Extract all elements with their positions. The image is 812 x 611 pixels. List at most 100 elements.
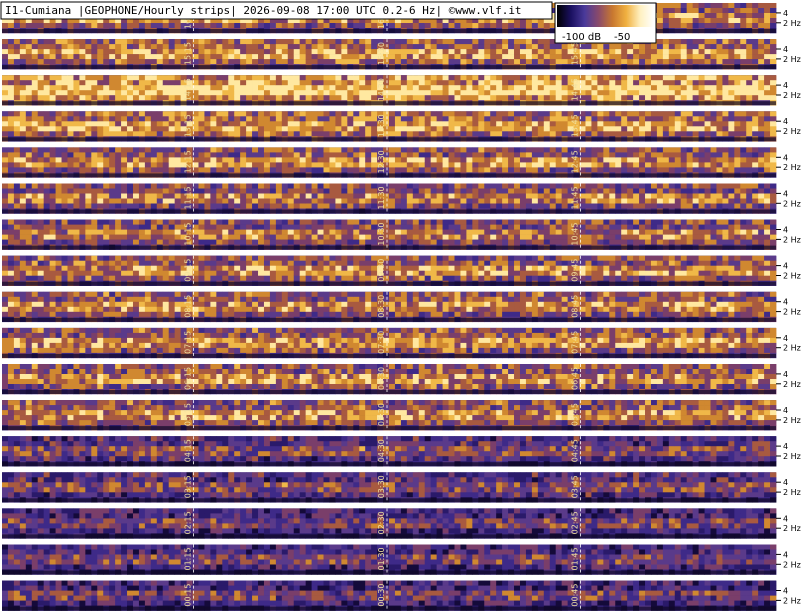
spectro-cell	[121, 152, 128, 158]
spectro-cell	[49, 39, 56, 45]
spectro-cell	[19, 193, 27, 199]
spectro-cell	[394, 80, 402, 86]
spectro-cell	[442, 59, 449, 65]
spectro-cell	[424, 75, 432, 81]
spectro-cell	[424, 203, 432, 209]
spectro-cell	[162, 219, 170, 225]
spectro-cell	[73, 198, 80, 204]
spectro-cell	[496, 116, 503, 122]
spectro-cell	[519, 203, 527, 209]
spectro-cell	[246, 59, 253, 65]
spectro-cell	[466, 188, 473, 194]
spectro-cell	[281, 157, 289, 163]
spectro-cell	[406, 157, 414, 163]
spectro-cell	[650, 162, 658, 168]
spectro-cell	[103, 239, 110, 245]
spectro-cell	[85, 49, 92, 55]
spectro-cell	[627, 126, 634, 132]
spectro-cell	[275, 188, 283, 194]
spectro-cell	[323, 39, 330, 45]
spectro-cell	[240, 157, 247, 163]
spectro-cell	[275, 131, 283, 137]
spectro-cell	[341, 126, 348, 132]
spectro-cell	[317, 44, 324, 50]
spectro-cell	[144, 147, 152, 153]
spectro-cell	[156, 126, 164, 132]
spectro-cell	[37, 54, 45, 60]
spectro-cell	[561, 198, 569, 204]
spectro-cell	[275, 111, 283, 117]
spectro-cell	[156, 229, 164, 235]
spectro-cell	[61, 54, 68, 60]
spectro-cell	[156, 162, 164, 168]
spectro-cell	[698, 152, 705, 158]
spectro-cell	[472, 54, 479, 60]
spectro-cell	[150, 85, 158, 91]
spectro-cell	[418, 59, 426, 65]
spectro-cell	[269, 126, 277, 132]
spectro-cell	[204, 121, 211, 127]
spectro-cell	[73, 116, 80, 122]
spectro-cell	[115, 116, 122, 122]
spectro-cell	[609, 85, 616, 91]
spectro-cell	[19, 203, 27, 209]
spectro-cell	[418, 49, 426, 55]
spectro-cell	[650, 54, 658, 60]
spectro-cell	[305, 198, 312, 204]
spectro-cell	[347, 183, 354, 189]
spectro-cell	[770, 75, 777, 81]
spectro-cell	[269, 80, 277, 86]
spectro-cell	[365, 39, 372, 45]
spectro-cell	[156, 49, 164, 55]
spectro-cell	[67, 59, 74, 65]
spectro-cell	[103, 39, 110, 45]
spectro-cell	[603, 121, 610, 127]
spectro-cell	[508, 44, 515, 50]
spectro-cell	[406, 85, 414, 91]
spectro-cell	[121, 54, 128, 60]
spectro-cell	[234, 95, 241, 101]
spectro-cell	[531, 203, 539, 209]
spectro-cell	[472, 126, 479, 132]
spectro-cell	[162, 75, 170, 81]
spectro-cell	[365, 49, 372, 55]
spectro-cell	[752, 167, 759, 173]
spectro-cell	[19, 90, 27, 96]
spectro-cell	[764, 23, 771, 29]
spectro-cell	[359, 90, 366, 96]
spectro-cell	[508, 90, 515, 96]
spectro-cell	[770, 188, 777, 194]
spectro-cell	[240, 75, 247, 81]
spectro-cell	[198, 90, 205, 96]
spectro-cell	[121, 131, 128, 137]
spectro-cell	[555, 162, 563, 168]
spectro-cell	[329, 111, 336, 117]
spectro-cell	[656, 126, 664, 132]
spectro-cell	[281, 85, 289, 91]
spectro-cell	[615, 54, 622, 60]
spectro-cell	[698, 13, 705, 19]
spectro-cell	[156, 239, 164, 245]
spectro-cell	[621, 203, 628, 209]
spectro-cell	[103, 44, 110, 50]
spectro-cell	[234, 188, 241, 194]
spectro-cell	[454, 203, 461, 209]
spectro-cell	[543, 95, 551, 101]
spectro-cell	[263, 193, 271, 199]
spectro-cell	[127, 54, 134, 60]
spectro-cell	[43, 85, 51, 91]
spectro-cell	[633, 75, 640, 81]
spectro-cell	[329, 54, 336, 60]
spectro-cell	[448, 157, 455, 163]
spectro-cell	[585, 54, 592, 60]
spectro-cell	[103, 162, 110, 168]
spectro-cell	[692, 126, 699, 132]
spectro-cell	[734, 59, 741, 65]
spectro-cell	[412, 75, 420, 81]
spectro-cell	[127, 224, 134, 230]
spectro-cell	[222, 234, 229, 240]
spectro-cell	[299, 167, 307, 173]
spectro-cell	[496, 80, 503, 86]
spectro-cell	[222, 59, 229, 65]
spectro-cell	[49, 239, 56, 245]
